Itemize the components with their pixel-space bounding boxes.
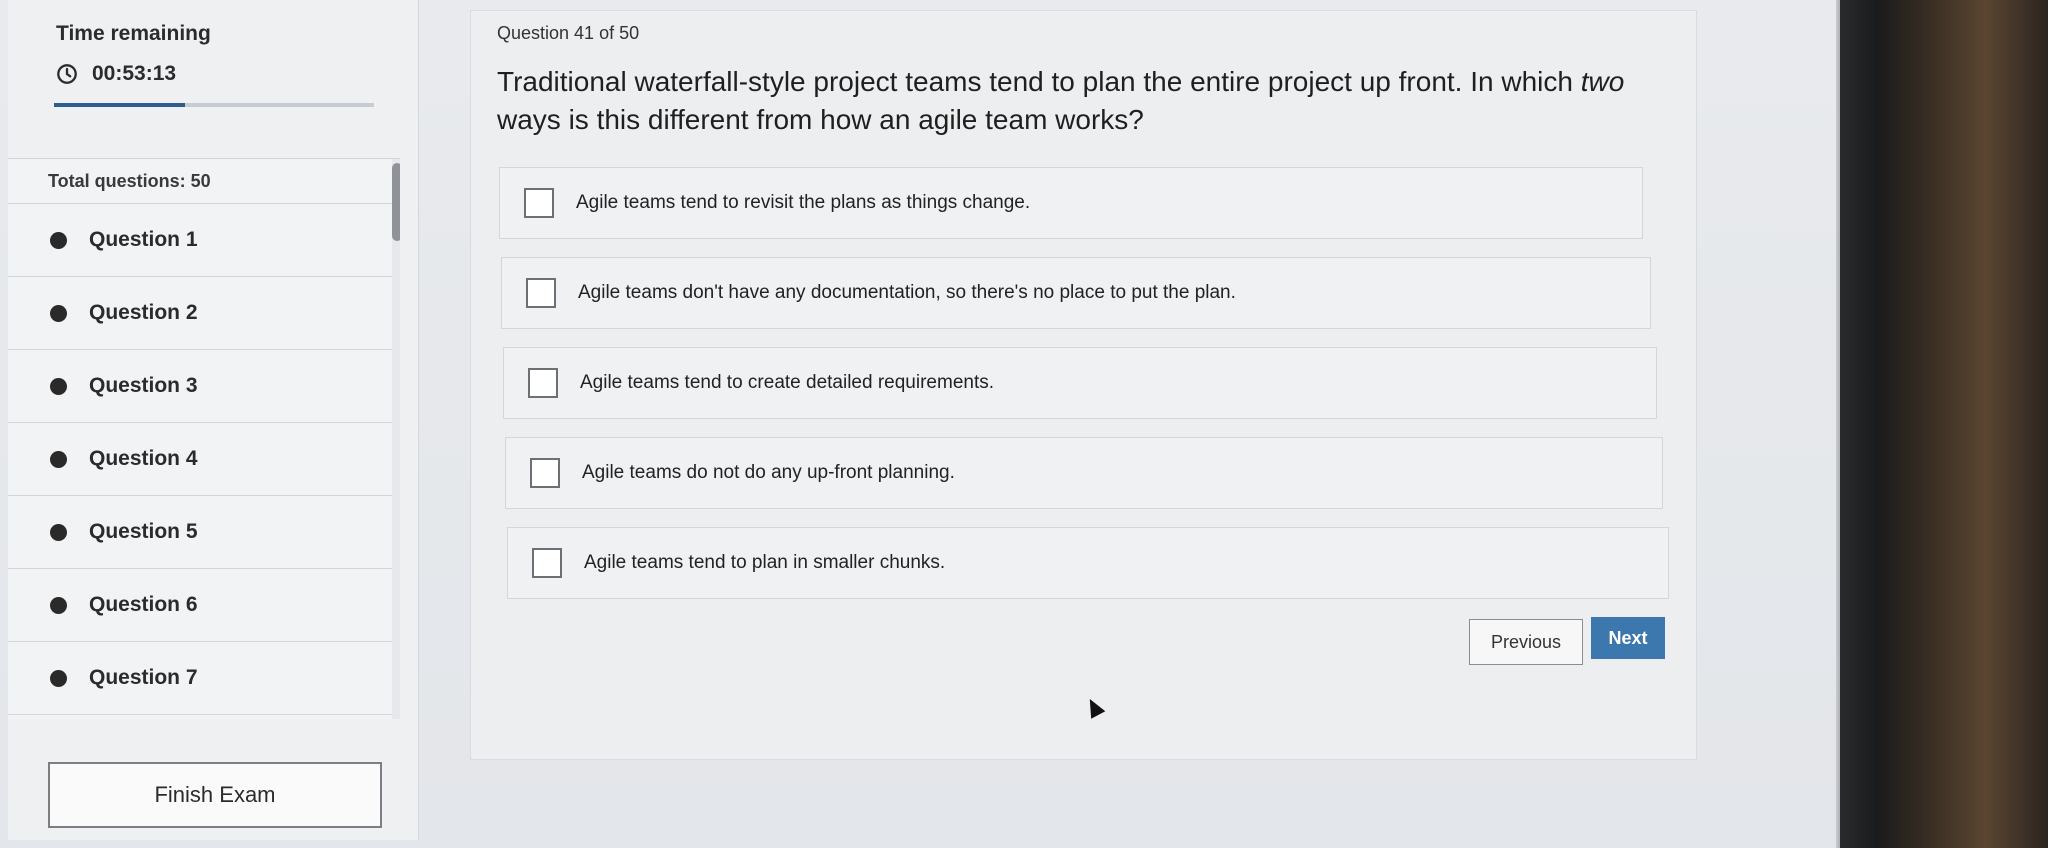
checkbox[interactable] [530, 458, 560, 488]
checkbox[interactable] [526, 278, 556, 308]
question-item-label: Question 3 [89, 374, 198, 397]
question-text-end: ways is this different from how an agile… [497, 104, 1144, 135]
question-text-emphasis: two [1580, 66, 1625, 97]
question-item-label: Question 2 [89, 301, 198, 324]
answer-option[interactable]: Agile teams tend to plan in smaller chun… [507, 527, 1669, 599]
question-list-item[interactable]: Question 6 [8, 569, 400, 642]
question-list-item[interactable]: Question 4 [8, 423, 400, 496]
question-text: Traditional waterfall-style project team… [497, 63, 1647, 139]
finish-exam-button[interactable]: Finish Exam [48, 762, 382, 828]
question-panel: Question 41 of 50 Traditional waterfall-… [470, 10, 1697, 760]
question-list-item[interactable]: Question 1 [8, 204, 400, 277]
sidebar: Time remaining 00:53:13 Total questions:… [8, 0, 419, 840]
checkbox[interactable] [524, 188, 554, 218]
question-text-start: Traditional waterfall-style project team… [497, 66, 1581, 97]
timer-row: 00:53:13 [56, 62, 176, 86]
question-item-label: Question 1 [89, 228, 198, 251]
answered-dot-icon [50, 669, 67, 687]
question-list-scrollbar[interactable] [392, 159, 400, 719]
question-list-item[interactable]: Question 5 [8, 496, 400, 569]
answered-dot-icon [50, 596, 67, 614]
question-number: Question 41 of 50 [497, 23, 640, 43]
time-remaining-label: Time remaining [56, 22, 211, 45]
scrollbar-thumb[interactable] [392, 163, 400, 241]
option-label: Agile teams do not do any up-front plann… [582, 462, 955, 483]
option-label: Agile teams tend to plan in smaller chun… [584, 552, 946, 573]
timer-progress-bar [54, 103, 374, 107]
answered-dot-icon [50, 304, 67, 322]
clock-icon [57, 64, 77, 84]
option-label: Agile teams don't have any documentation… [578, 282, 1236, 303]
answered-dot-icon [50, 377, 67, 395]
answer-option[interactable]: Agile teams do not do any up-front plann… [505, 437, 1663, 509]
answer-option[interactable]: Agile teams tend to create detailed requ… [503, 347, 1657, 419]
answered-dot-icon [50, 231, 67, 249]
option-label: Agile teams tend to revisit the plans as… [576, 192, 1031, 213]
question-list-item[interactable]: Question 2 [8, 277, 400, 350]
option-label: Agile teams tend to create detailed requ… [580, 372, 995, 393]
timer-value: 00:53:13 [92, 62, 177, 85]
question-list-item[interactable]: Question 7 [8, 642, 400, 715]
timer-progress-fill [54, 103, 186, 107]
question-item-label: Question 5 [89, 520, 198, 543]
checkbox[interactable] [532, 548, 562, 578]
answered-dot-icon [50, 450, 67, 468]
question-list-item[interactable]: Question 3 [8, 350, 400, 423]
monitor-bezel [1840, 0, 2048, 848]
exam-screen: Time remaining 00:53:13 Total questions:… [0, 0, 1840, 848]
question-item-label: Question 4 [89, 447, 198, 470]
previous-button[interactable]: Previous [1469, 619, 1583, 665]
checkbox[interactable] [528, 368, 558, 398]
answer-option[interactable]: Agile teams don't have any documentation… [501, 257, 1651, 329]
total-questions-label: Total questions: 50 [8, 159, 400, 204]
question-list: Total questions: 50 Question 1 Question … [8, 158, 400, 719]
question-item-label: Question 6 [89, 593, 198, 616]
question-item-label: Question 7 [89, 666, 198, 689]
answer-option[interactable]: Agile teams tend to revisit the plans as… [499, 167, 1643, 239]
next-button[interactable]: Next [1591, 617, 1665, 659]
timer-panel: Time remaining 00:53:13 [8, 0, 418, 155]
answered-dot-icon [50, 523, 67, 541]
